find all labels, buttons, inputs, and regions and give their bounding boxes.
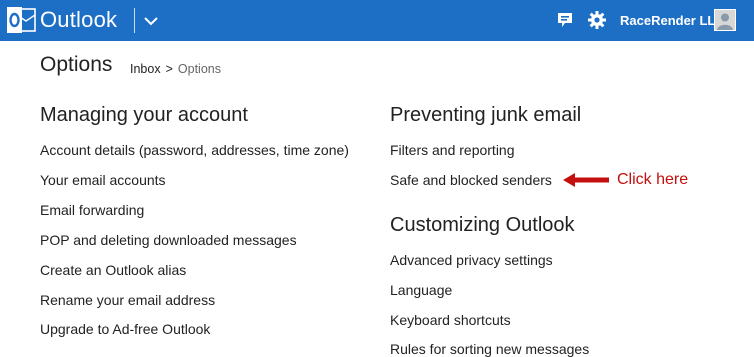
annotation-click-here: Click here (617, 171, 689, 188)
link-privacy-settings[interactable]: Advanced privacy settings (390, 252, 553, 268)
link-upgrade-ad-free[interactable]: Upgrade to Ad-free Outlook (40, 321, 210, 337)
section-title-junk-email: Preventing junk email (390, 104, 582, 126)
red-arrow-icon (563, 173, 609, 187)
link-email-forwarding[interactable]: Email forwarding (40, 202, 144, 218)
avatar[interactable] (714, 9, 736, 31)
outlook-logo-icon[interactable] (6, 6, 36, 34)
link-keyboard-shortcuts[interactable]: Keyboard shortcuts (390, 312, 511, 328)
topbar-divider (134, 8, 135, 33)
page-title: Options (40, 53, 113, 76)
user-silhouette-icon (717, 13, 733, 30)
link-language[interactable]: Language (390, 282, 452, 298)
link-rename-email[interactable]: Rename your email address (40, 292, 215, 308)
section-title-managing-account: Managing your account (40, 104, 248, 126)
link-create-alias[interactable]: Create an Outlook alias (40, 262, 186, 278)
breadcrumb-options: Options (177, 62, 221, 76)
link-email-accounts[interactable]: Your email accounts (40, 172, 166, 188)
link-pop-settings[interactable]: POP and deleting downloaded messages (40, 232, 297, 248)
breadcrumb-inbox[interactable]: Inbox (130, 62, 161, 76)
breadcrumb: Inbox > Options (130, 62, 221, 76)
gear-icon[interactable] (587, 10, 607, 30)
top-bar: Outlook RaceRender LLC (0, 0, 754, 41)
link-account-details[interactable]: Account details (password, addresses, ti… (40, 142, 349, 158)
user-name[interactable]: RaceRender LLC (620, 12, 725, 30)
brand-name[interactable]: Outlook (40, 6, 117, 34)
chat-icon[interactable] (556, 11, 574, 29)
chevron-down-icon[interactable] (142, 12, 160, 30)
link-filters-reporting[interactable]: Filters and reporting (390, 142, 515, 158)
breadcrumb-separator: > (165, 62, 173, 76)
link-safe-blocked-senders[interactable]: Safe and blocked senders (390, 172, 552, 188)
section-title-customizing: Customizing Outlook (390, 214, 575, 236)
